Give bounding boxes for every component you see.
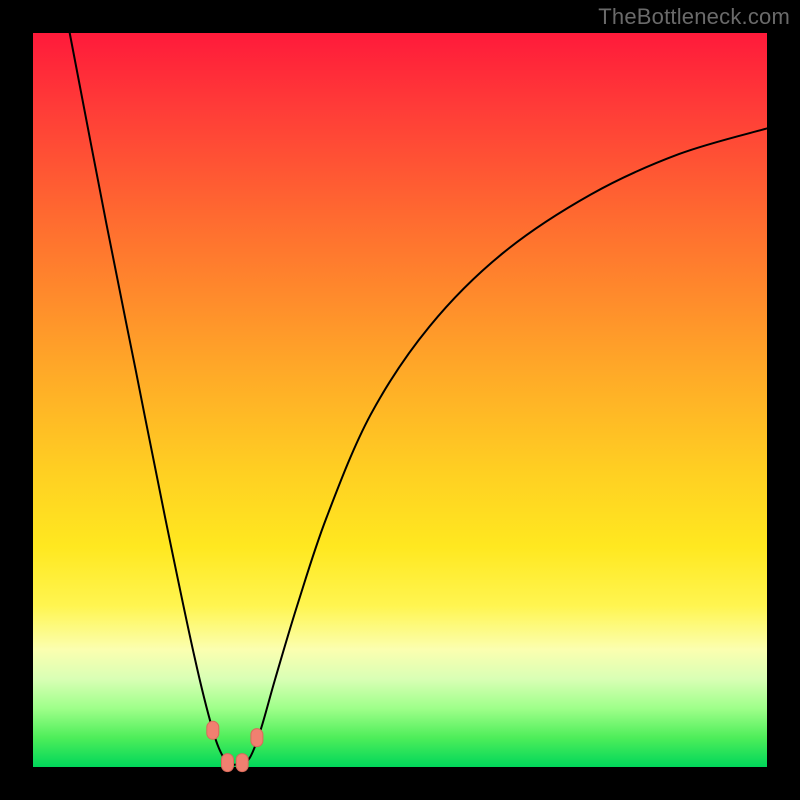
curve-svg bbox=[33, 33, 767, 767]
curve-marker bbox=[222, 754, 234, 772]
plot-area bbox=[33, 33, 767, 767]
watermark-text: TheBottleneck.com bbox=[598, 4, 790, 30]
curve-marker bbox=[251, 729, 263, 747]
bottleneck-curve bbox=[70, 33, 767, 765]
curve-marker bbox=[236, 754, 248, 772]
chart-frame: TheBottleneck.com bbox=[0, 0, 800, 800]
curve-marker bbox=[207, 721, 219, 739]
